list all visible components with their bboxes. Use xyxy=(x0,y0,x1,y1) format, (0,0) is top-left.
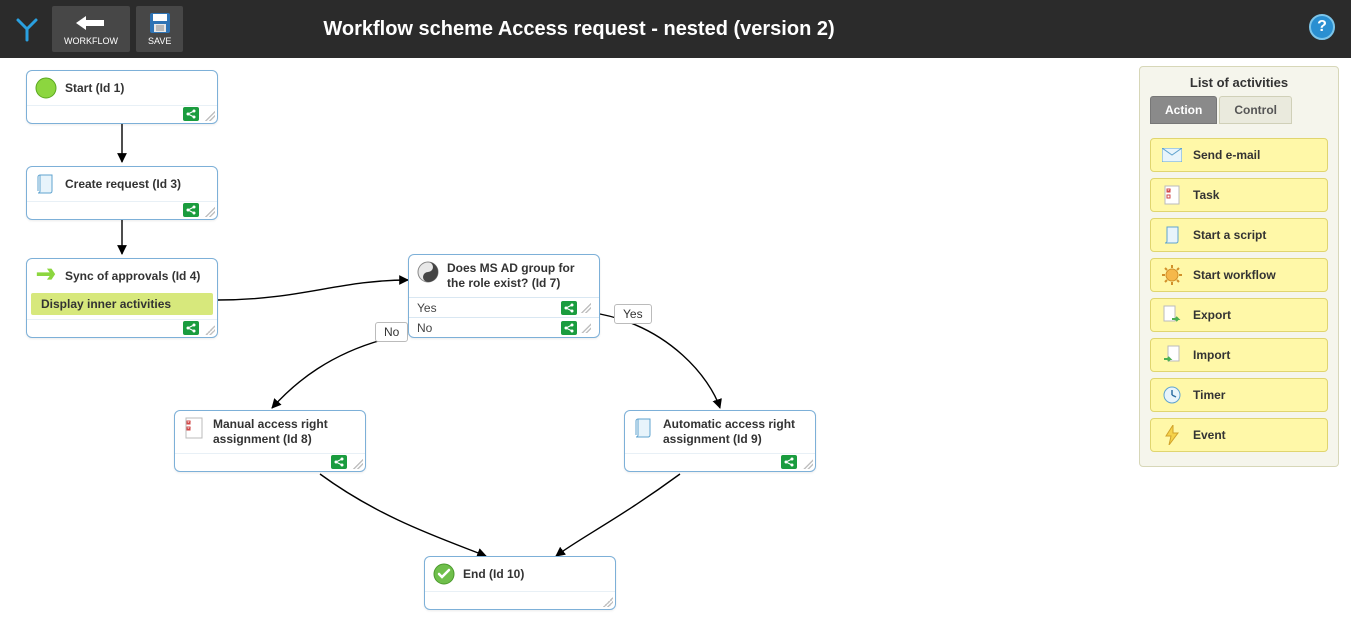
resize-handle[interactable] xyxy=(205,325,215,335)
activity-label: Import xyxy=(1193,348,1230,362)
share-icon[interactable] xyxy=(561,301,577,315)
node-end[interactable]: End (Id 10) xyxy=(424,556,616,610)
page-title: Workflow scheme Access request - nested … xyxy=(323,18,834,41)
node-decision[interactable]: Does MS AD group for the role exist? (Id… xyxy=(408,254,600,338)
node-start[interactable]: Start (Id 1) xyxy=(26,70,218,124)
activity-label: Start workflow xyxy=(1193,268,1276,282)
activity-label: Start a script xyxy=(1193,228,1266,242)
sync-icon xyxy=(35,265,57,287)
share-icon[interactable] xyxy=(331,455,347,469)
activity-label: Export xyxy=(1193,308,1231,322)
activity-label: Task xyxy=(1193,188,1219,202)
node-start-label: Start (Id 1) xyxy=(65,81,124,95)
activity-start-workflow[interactable]: Start workflow xyxy=(1150,258,1328,292)
share-icon[interactable] xyxy=(183,107,199,121)
back-arrow-icon xyxy=(76,12,106,34)
activity-import[interactable]: Import xyxy=(1150,338,1328,372)
resize-handle[interactable] xyxy=(803,459,813,469)
resize-handle[interactable] xyxy=(603,597,613,607)
resize-handle[interactable] xyxy=(205,207,215,217)
resize-handle[interactable] xyxy=(353,459,363,469)
sidebar-title: List of activities xyxy=(1140,67,1338,96)
toolbar: WORKFLOW SAVE Workflow scheme Access req… xyxy=(0,0,1351,58)
tab-control[interactable]: Control xyxy=(1219,96,1292,124)
import-icon xyxy=(1161,345,1183,365)
task-icon xyxy=(1161,185,1183,205)
branch-yes-label: Yes xyxy=(417,301,437,315)
condition-icon xyxy=(417,261,439,283)
activity-timer[interactable]: Timer xyxy=(1150,378,1328,412)
node-create-request[interactable]: Create request (Id 3) xyxy=(26,166,218,220)
node-create-request-label: Create request (Id 3) xyxy=(65,177,181,191)
resize-handle[interactable] xyxy=(581,323,591,333)
workflow-button-label: WORKFLOW xyxy=(64,36,118,46)
start-icon xyxy=(35,77,57,99)
help-icon: ? xyxy=(1317,18,1327,36)
node-sync-label: Sync of approvals (Id 4) xyxy=(65,269,200,283)
save-button[interactable]: SAVE xyxy=(136,6,183,52)
node-auto-assignment[interactable]: Automatic access right assignment (Id 9) xyxy=(624,410,816,472)
node-end-label: End (Id 10) xyxy=(463,567,524,581)
gear-sun-icon xyxy=(1161,265,1183,285)
share-icon[interactable] xyxy=(781,455,797,469)
share-icon[interactable] xyxy=(561,321,577,335)
resize-handle[interactable] xyxy=(581,303,591,313)
resize-handle[interactable] xyxy=(205,111,215,121)
node-manual-label: Manual access right assignment (Id 8) xyxy=(213,417,357,447)
script-icon xyxy=(35,173,57,195)
activity-task[interactable]: Task xyxy=(1150,178,1328,212)
save-button-label: SAVE xyxy=(148,36,171,46)
save-icon xyxy=(149,12,171,34)
branch-no[interactable]: No xyxy=(409,317,599,337)
activity-label: Event xyxy=(1193,428,1226,442)
activity-send-email[interactable]: Send e-mail xyxy=(1150,138,1328,172)
activities-sidebar: List of activities Action Control Send e… xyxy=(1139,66,1339,467)
activity-start-script[interactable]: Start a script xyxy=(1150,218,1328,252)
bolt-icon xyxy=(1161,425,1183,445)
share-icon[interactable] xyxy=(183,321,199,335)
end-icon xyxy=(433,563,455,585)
node-sync-sub[interactable]: Display inner activities xyxy=(31,293,213,315)
task-icon xyxy=(183,417,205,439)
edge-label-no: No xyxy=(375,322,408,342)
export-icon xyxy=(1161,305,1183,325)
activity-label: Timer xyxy=(1193,388,1225,402)
script-icon xyxy=(633,417,655,439)
branch-yes[interactable]: Yes xyxy=(409,297,599,317)
tab-action[interactable]: Action xyxy=(1150,96,1217,124)
node-decision-label: Does MS AD group for the role exist? (Id… xyxy=(447,261,591,291)
share-icon[interactable] xyxy=(183,203,199,217)
activity-label: Send e-mail xyxy=(1193,148,1260,162)
node-sync-approvals[interactable]: Sync of approvals (Id 4) Display inner a… xyxy=(26,258,218,338)
app-logo xyxy=(8,8,46,50)
workflow-button[interactable]: WORKFLOW xyxy=(52,6,130,52)
help-button[interactable]: ? xyxy=(1309,14,1335,40)
branch-no-label: No xyxy=(417,321,432,335)
edge-label-yes: Yes xyxy=(614,304,652,324)
mail-icon xyxy=(1161,145,1183,165)
activity-event[interactable]: Event xyxy=(1150,418,1328,452)
activity-export[interactable]: Export xyxy=(1150,298,1328,332)
node-manual-assignment[interactable]: Manual access right assignment (Id 8) xyxy=(174,410,366,472)
node-auto-label: Automatic access right assignment (Id 9) xyxy=(663,417,807,447)
script-icon xyxy=(1161,225,1183,245)
clock-icon xyxy=(1161,385,1183,405)
sidebar-tabs: Action Control xyxy=(1140,96,1338,132)
